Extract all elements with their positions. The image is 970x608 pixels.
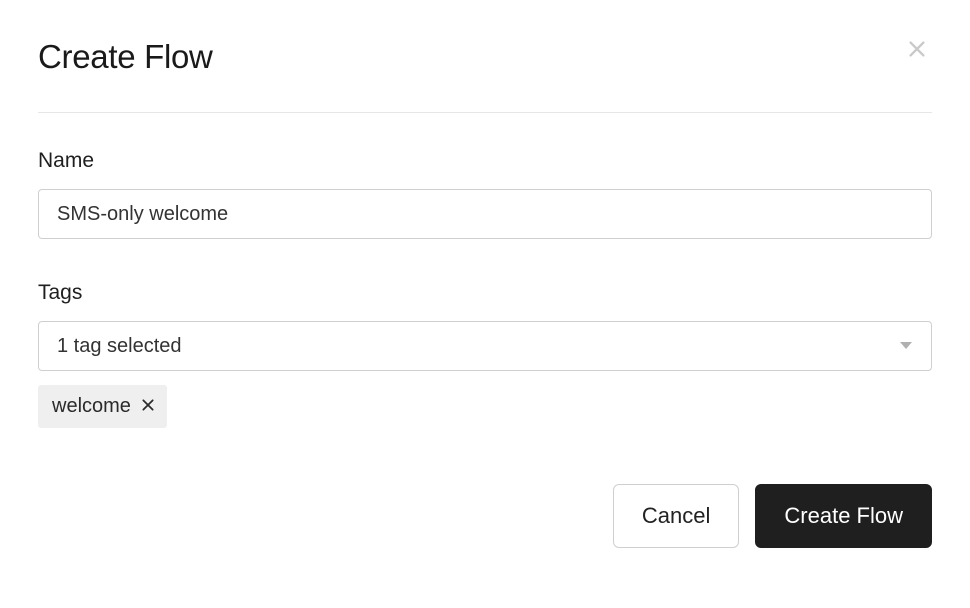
chevron-down-icon <box>899 341 913 351</box>
tags-select[interactable]: 1 tag selected <box>38 321 932 371</box>
remove-icon <box>141 398 155 415</box>
tags-label: Tags <box>38 281 932 305</box>
tag-remove-button[interactable] <box>141 398 155 415</box>
create-flow-modal: Create Flow Name Tags 1 tag selected <box>0 0 970 548</box>
modal-title: Create Flow <box>38 38 213 76</box>
name-input[interactable] <box>38 189 932 239</box>
cancel-button[interactable]: Cancel <box>613 484 739 548</box>
selected-tags-row: welcome <box>38 385 932 428</box>
modal-footer: Cancel Create Flow <box>38 484 932 548</box>
tag-chip-label: welcome <box>52 395 131 418</box>
name-label: Name <box>38 149 932 173</box>
name-field-group: Name <box>38 149 932 239</box>
close-icon <box>906 38 928 63</box>
tag-chip: welcome <box>38 385 167 428</box>
modal-header: Create Flow <box>38 38 932 113</box>
tags-select-summary: 1 tag selected <box>57 335 182 358</box>
close-button[interactable] <box>902 34 932 67</box>
create-flow-button[interactable]: Create Flow <box>755 484 932 548</box>
tags-field-group: Tags 1 tag selected welcome <box>38 281 932 428</box>
